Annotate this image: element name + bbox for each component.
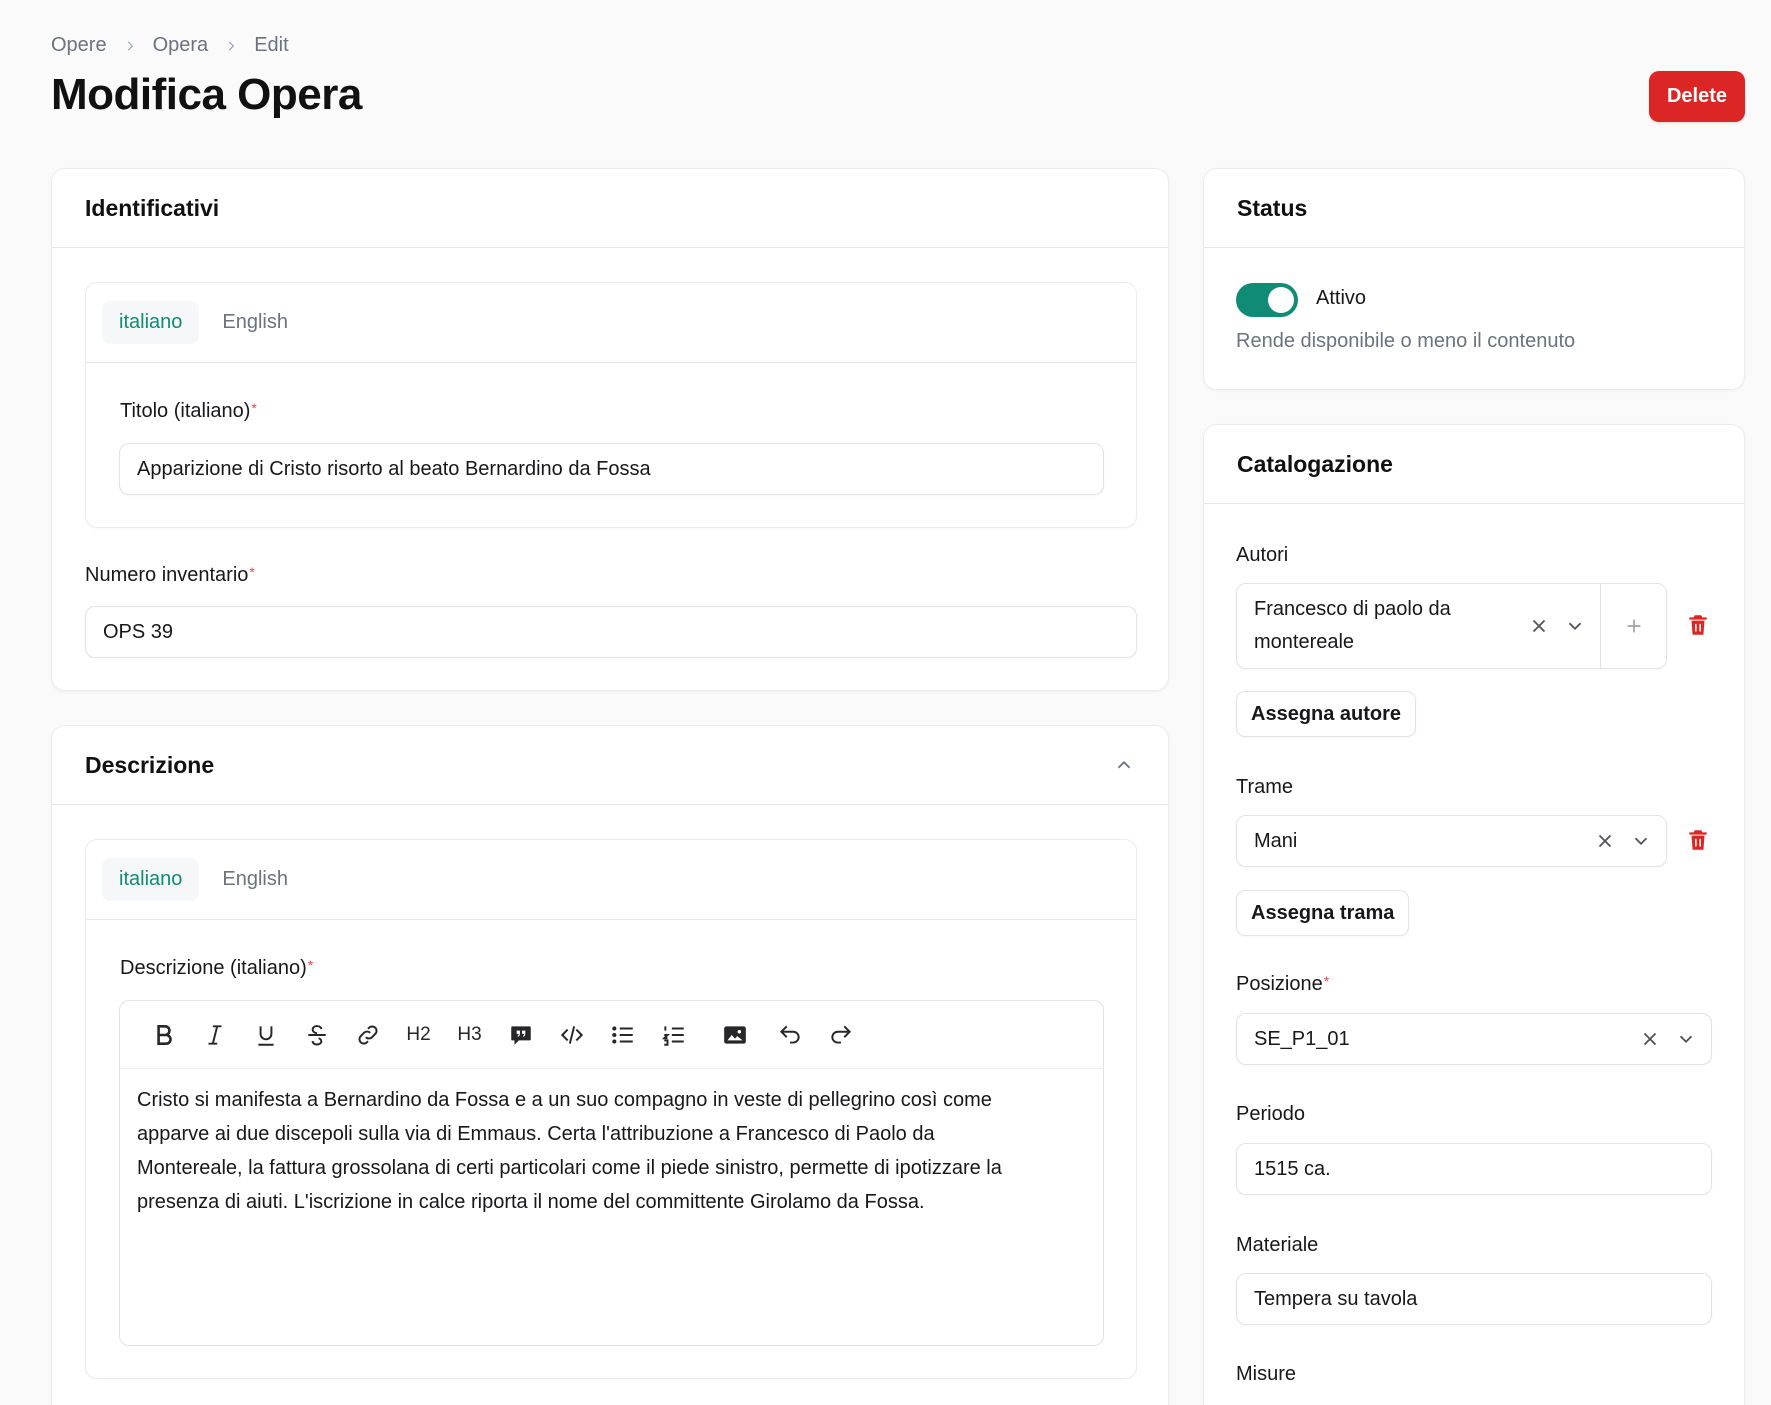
chevron-down-icon[interactable]: [1630, 830, 1652, 852]
assegna-trama-button[interactable]: Assegna trama: [1236, 890, 1410, 936]
trash-icon[interactable]: [1685, 827, 1711, 855]
toggle-knob: [1268, 287, 1294, 313]
ordered-list-icon[interactable]: [648, 1015, 699, 1055]
identificativi-title: Identificativi: [85, 194, 220, 221]
autori-select[interactable]: Francesco di paolo da montereale: [1236, 583, 1667, 669]
materiale-input[interactable]: Tempera su tavola: [1236, 1273, 1712, 1325]
clear-icon[interactable]: [1594, 830, 1616, 852]
undo-icon[interactable]: [764, 1015, 815, 1055]
materiale-label: Materiale: [1236, 1234, 1319, 1256]
descrizione-title: Descrizione: [85, 751, 215, 778]
add-autore-button[interactable]: [1600, 584, 1666, 668]
plus-icon: [1623, 615, 1645, 637]
assegna-autore-button[interactable]: Assegna autore: [1236, 691, 1417, 737]
breadcrumb-opere[interactable]: Opere: [51, 34, 107, 57]
clear-icon[interactable]: [1639, 1028, 1661, 1050]
italic-icon[interactable]: [189, 1015, 240, 1055]
page-title: Modifica Opera: [51, 70, 362, 119]
underline-icon[interactable]: [240, 1015, 291, 1055]
heading2-icon[interactable]: H2: [393, 1015, 444, 1055]
editor-content[interactable]: Cristo si manifesta a Bernardino da Foss…: [120, 1069, 1103, 1233]
trame-value: Mani: [1254, 829, 1298, 852]
rich-text-editor: H2 H3 Cristo si manifesta a Bernardino d…: [119, 1000, 1104, 1346]
trash-icon[interactable]: [1685, 612, 1711, 640]
trame-label: Trame: [1236, 776, 1294, 798]
misure-label: Misure: [1236, 1363, 1297, 1385]
chevron-down-icon[interactable]: [1564, 615, 1586, 637]
tab-italiano[interactable]: italiano: [102, 858, 200, 901]
description-translations-panel: italiano English Descrizione (italiano)*…: [85, 839, 1137, 1379]
editor-line: Montereale, la fattura grossolana di cer…: [137, 1157, 1002, 1179]
attivo-help-text: Rende disponibile o meno il contenuto: [1236, 330, 1576, 352]
delete-button[interactable]: Delete: [1649, 71, 1745, 122]
tab-english[interactable]: English: [205, 301, 305, 344]
link-icon[interactable]: [342, 1015, 393, 1055]
posizione-value: SE_P1_01: [1254, 1027, 1350, 1050]
editor-toolbar: H2 H3: [120, 1001, 1103, 1069]
autori-value-line: montereale: [1254, 631, 1355, 653]
identificativi-card: Identificativi italiano English Titolo (…: [51, 168, 1169, 691]
attivo-toggle[interactable]: [1236, 283, 1298, 317]
chevron-up-icon[interactable]: [1113, 754, 1135, 776]
catalogazione-title: Catalogazione: [1237, 450, 1393, 477]
title-translations-panel: italiano English Titolo (italiano)* Appa…: [85, 282, 1137, 528]
autori-label: Autori: [1236, 544, 1289, 566]
chevron-right-icon: [123, 39, 137, 53]
clear-icon[interactable]: [1528, 615, 1550, 637]
descrizione-label: Descrizione (italiano)*: [120, 957, 314, 979]
chevron-down-icon[interactable]: [1675, 1028, 1697, 1050]
editor-line: presenza di aiuti. L'iscrizione in calce…: [137, 1191, 925, 1213]
trame-select[interactable]: Mani: [1236, 815, 1667, 867]
breadcrumb: Opere Opera Edit: [51, 34, 289, 57]
breadcrumb-edit: Edit: [254, 34, 289, 56]
heading3-icon[interactable]: H3: [444, 1015, 495, 1055]
posizione-label: Posizione*: [1236, 973, 1330, 995]
titolo-label: Titolo (italiano)*: [120, 400, 257, 422]
tab-italiano[interactable]: italiano: [102, 301, 200, 344]
image-icon[interactable]: [709, 1015, 760, 1055]
breadcrumb-opera[interactable]: Opera: [153, 34, 209, 57]
posizione-select[interactable]: SE_P1_01: [1236, 1013, 1712, 1065]
inventario-input[interactable]: OPS 39: [85, 606, 1137, 658]
periodo-input[interactable]: 1515 ca.: [1236, 1143, 1712, 1195]
tab-english[interactable]: English: [205, 858, 305, 901]
status-title: Status: [1237, 194, 1308, 221]
redo-icon[interactable]: [815, 1015, 866, 1055]
strikethrough-icon[interactable]: [291, 1015, 342, 1055]
bullet-list-icon[interactable]: [597, 1015, 648, 1055]
descrizione-card: Descrizione italiano English Descrizione…: [51, 725, 1169, 1405]
editor-line: apparve ai due discepoli sulla via di Em…: [137, 1123, 935, 1145]
editor-line: Cristo si manifesta a Bernardino da Foss…: [137, 1089, 992, 1111]
autori-value-line: Francesco di paolo da: [1254, 598, 1451, 620]
attivo-label: Attivo: [1316, 287, 1367, 309]
code-icon[interactable]: [546, 1015, 597, 1055]
periodo-label: Periodo: [1236, 1103, 1305, 1125]
chevron-right-icon: [224, 39, 238, 53]
quote-icon[interactable]: [495, 1015, 546, 1055]
status-card: Status: [1203, 168, 1745, 390]
inventario-label: Numero inventario*: [85, 564, 255, 586]
bold-icon[interactable]: [138, 1015, 189, 1055]
titolo-input[interactable]: Apparizione di Cristo risorto al beato B…: [119, 443, 1104, 495]
